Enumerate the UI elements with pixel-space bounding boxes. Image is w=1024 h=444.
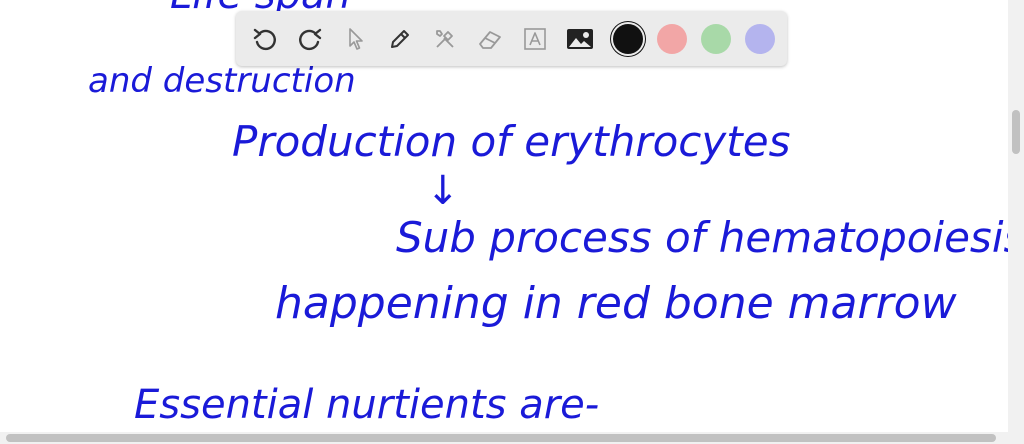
color-swatch-red[interactable] xyxy=(657,23,687,54)
redo-button[interactable] xyxy=(291,20,329,58)
vertical-scrollbar-thumb[interactable] xyxy=(1012,110,1020,154)
pointer-icon xyxy=(349,27,363,50)
note-line-5: Essential nurtients are- xyxy=(134,382,599,428)
vertical-scrollbar[interactable] xyxy=(1008,0,1024,432)
color-swatch-black[interactable] xyxy=(613,23,643,54)
image-button[interactable] xyxy=(561,20,599,58)
note-line-2: Production of erythrocytes xyxy=(232,117,790,166)
note-line-3: Sub process of hematopoiesis xyxy=(396,213,1008,262)
image-icon xyxy=(567,28,593,49)
tools-button[interactable] xyxy=(426,20,464,58)
undo-button[interactable] xyxy=(246,20,284,58)
eraser-button[interactable] xyxy=(471,20,509,58)
redo-icon xyxy=(299,28,322,50)
note-arrow: ↓ xyxy=(426,168,460,214)
pointer-button[interactable] xyxy=(336,20,374,58)
color-swatch-purple[interactable] xyxy=(745,23,775,54)
drawing-toolbar xyxy=(236,11,787,66)
eraser-icon xyxy=(479,30,501,49)
undo-icon xyxy=(253,28,276,50)
pen-icon xyxy=(391,29,409,48)
color-swatch-green[interactable] xyxy=(701,23,731,54)
note-line-1: and destruction xyxy=(88,61,356,101)
horizontal-scrollbar[interactable] xyxy=(0,432,1024,444)
tools-icon xyxy=(436,29,454,48)
text-button[interactable] xyxy=(516,20,554,58)
text-icon xyxy=(524,27,546,50)
horizontal-scrollbar-thumb[interactable] xyxy=(6,434,996,442)
pen-button[interactable] xyxy=(381,20,419,58)
note-line-4: happening in red bone marrow xyxy=(275,278,958,329)
